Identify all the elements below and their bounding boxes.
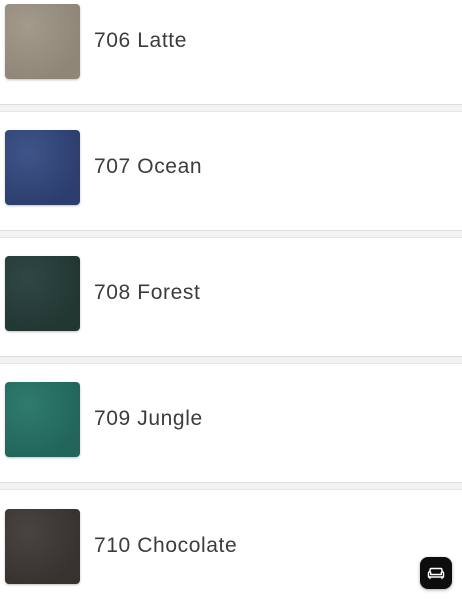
divider bbox=[0, 230, 462, 238]
swatch-row-latte[interactable]: 706 Latte bbox=[0, 0, 462, 94]
swatch-image-forest[interactable] bbox=[5, 255, 80, 331]
swatch-image-jungle[interactable] bbox=[5, 381, 80, 457]
swatch-label-ocean: 707 Ocean bbox=[94, 155, 203, 178]
swatch-row-ocean[interactable]: 707 Ocean bbox=[0, 114, 462, 220]
swatch-label-chocolate: 710 Chocolate bbox=[94, 534, 238, 557]
swatch-row-chocolate[interactable]: 710 Chocolate bbox=[0, 492, 462, 600]
sofa-icon bbox=[426, 565, 446, 581]
swatch-row-forest[interactable]: 708 Forest bbox=[0, 240, 462, 346]
swatch-image-chocolate[interactable] bbox=[5, 508, 80, 584]
swatch-image-latte[interactable] bbox=[5, 3, 80, 79]
divider bbox=[0, 356, 462, 364]
swatch-label-jungle: 709 Jungle bbox=[94, 407, 203, 430]
swatch-row-jungle[interactable]: 709 Jungle bbox=[0, 366, 462, 472]
swatch-label-forest: 708 Forest bbox=[94, 281, 201, 304]
sofa-preview-button[interactable] bbox=[420, 557, 452, 589]
swatch-label-latte: 706 Latte bbox=[94, 29, 187, 52]
divider bbox=[0, 482, 462, 490]
swatch-image-ocean[interactable] bbox=[5, 129, 80, 205]
fabric-swatch-list: 706 Latte 707 Ocean 708 Forest 709 Jungl… bbox=[0, 0, 462, 600]
divider bbox=[0, 104, 462, 112]
